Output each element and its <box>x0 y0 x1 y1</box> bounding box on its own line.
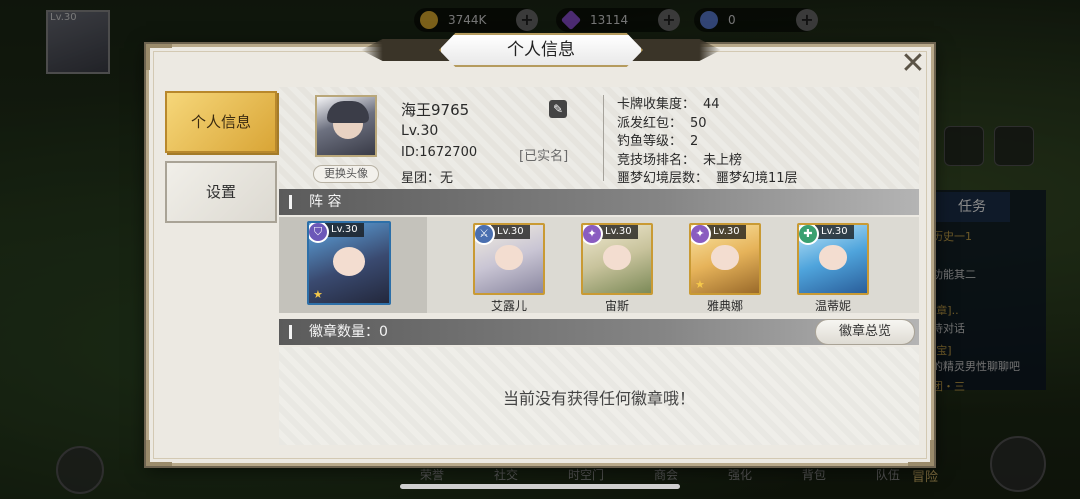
swords-icon: ⚔ <box>475 225 495 245</box>
player-level-text: Lv.30 <box>401 123 439 139</box>
badge-overview-button[interactable]: 徽章总览 <box>815 319 915 345</box>
home-indicator[interactable] <box>400 484 680 489</box>
badge-list: 当前没有获得任何徽章哦！ <box>279 347 919 445</box>
edit-name-icon[interactable]: ✎ <box>549 100 567 118</box>
team-section-header: 阵 容 <box>279 189 919 215</box>
magic-icon: ✦ <box>691 225 711 245</box>
stats-list: 卡牌收集度： 44 派发红包： 50 钓鱼等级： 2 竞技场排名： 未上榜 噩梦幻境层数… <box>617 93 798 186</box>
divider <box>603 95 604 181</box>
hero-card[interactable]: Lv.30 ✦ <box>581 223 653 295</box>
content-area: 更换头像 海王9765 ✎ Lv.30 ID:1672700 [已实名] 星团：… <box>279 87 919 445</box>
change-avatar-button[interactable]: 更换头像 <box>313 165 379 183</box>
corner-ornament <box>146 44 172 70</box>
verified-badge: [已实名] <box>519 149 569 164</box>
player-id: ID:1672700 <box>401 145 478 160</box>
hero-name: 雅典娜 <box>706 299 743 313</box>
stat-red-packets: 派发红包： 50 <box>617 115 707 131</box>
profile-dialog: 个人信息 ✕ 个人信息 设置 更换头像 海王9765 ✎ Lv.30 ID:16… <box>146 33 934 466</box>
profile-card: 更换头像 海王9765 ✎ Lv.30 ID:1672700 [已实名] 星团：… <box>279 87 919 189</box>
hero-card[interactable]: Lv.30 ✦ ★ <box>689 223 761 295</box>
hero-card-leader[interactable]: Lv.30 ⛉ ★ <box>307 221 391 305</box>
corner-ornament <box>146 440 172 466</box>
hero-name: 温蒂妮 <box>814 299 851 313</box>
dialog-title-banner: 个人信息 <box>361 33 721 67</box>
player-name: 海王9765 <box>401 101 470 119</box>
dialog-title: 个人信息 <box>439 33 643 67</box>
tab-profile[interactable]: 个人信息 <box>165 91 277 153</box>
star-icon: ★ <box>695 278 705 291</box>
magic-icon: ✦ <box>583 225 603 245</box>
close-icon[interactable]: ✕ <box>897 49 929 81</box>
hero-card[interactable]: Lv.30 ✚ <box>797 223 869 295</box>
avatar[interactable] <box>315 95 377 157</box>
team-lineup: Lv.30 ⛉ ★ Lv.30 ⚔ 艾露儿 Lv.30 ✦ 宙斯 Lv.30 ✦… <box>279 217 919 313</box>
shield-icon: ⛉ <box>309 223 329 243</box>
stat-nightmare-floor: 噩梦幻境层数： 噩梦幻境11层 <box>617 171 798 187</box>
player-guild: 星团：无 <box>401 171 454 186</box>
stat-card-collection: 卡牌收集度： 44 <box>617 97 720 112</box>
star-icon: ★ <box>313 288 323 301</box>
hero-name: 艾露儿 <box>490 299 527 313</box>
badge-empty-message: 当前没有获得任何徽章哦！ <box>502 389 695 408</box>
heal-icon: ✚ <box>799 225 819 245</box>
stat-arena-rank: 竞技场排名： 未上榜 <box>617 152 743 168</box>
hero-name: 宙斯 <box>604 299 629 313</box>
stat-fishing-level: 钓鱼等级： 2 <box>617 134 699 150</box>
hero-card[interactable]: Lv.30 ⚔ <box>473 223 545 295</box>
tab-settings[interactable]: 设置 <box>165 161 277 223</box>
